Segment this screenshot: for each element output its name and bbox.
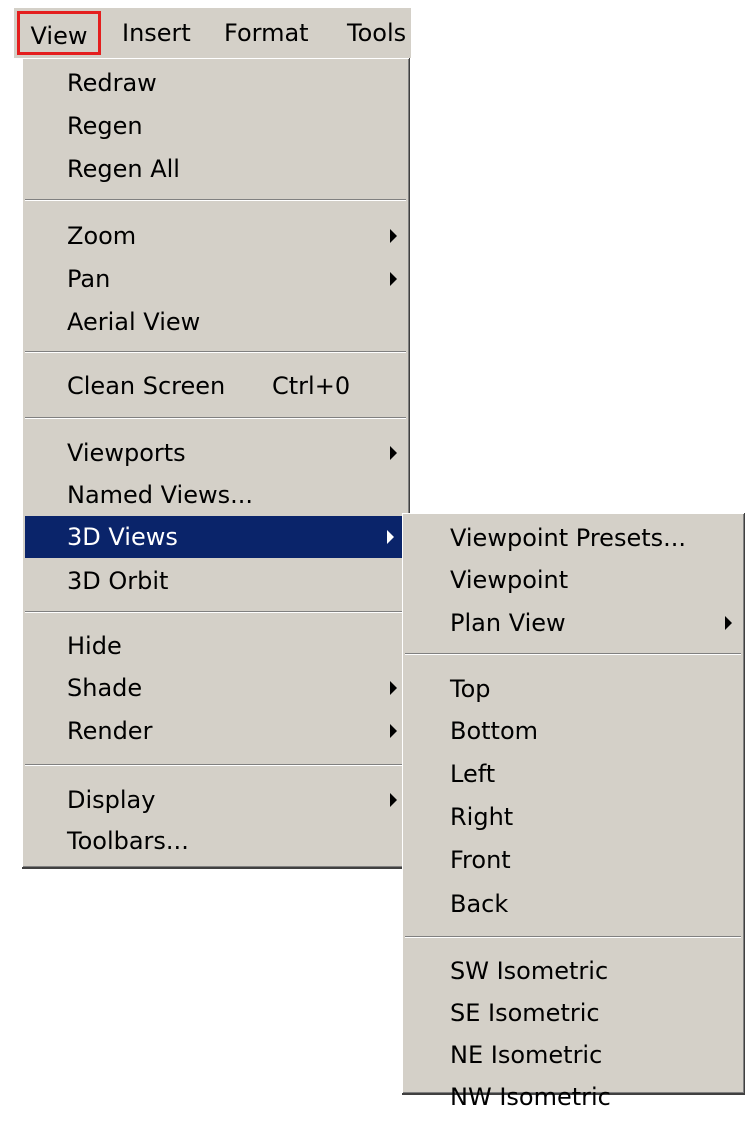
menu-separator [25, 611, 406, 613]
submenu-item-back[interactable]: Back [402, 883, 744, 925]
submenu-item-bottom[interactable]: Bottom [402, 710, 744, 752]
menu-item-label: Toolbars... [67, 827, 189, 855]
menu-view[interactable]: View [17, 11, 101, 55]
menu-bar: View Insert Format Tools [14, 8, 411, 58]
menu-item-label: Named Views... [67, 481, 254, 509]
menu-item-render[interactable]: Render [22, 710, 409, 752]
menu-item-label: Zoom [67, 222, 137, 250]
menu-separator [405, 653, 741, 655]
menu-item-label: Clean Screen [67, 372, 226, 400]
menu-item-label: Aerial View [67, 308, 201, 336]
menu-separator [25, 351, 406, 353]
submenu-item-front[interactable]: Front [402, 839, 744, 881]
menu-tools[interactable]: Tools [347, 8, 406, 58]
menu-item-label: Viewports [67, 439, 186, 467]
menu-item-label: Left [450, 760, 496, 788]
menu-item-label: Hide [67, 632, 122, 660]
menu-separator [405, 936, 741, 938]
menu-item-label: SW Isometric [450, 957, 609, 985]
menu-item-label: Viewpoint [450, 566, 569, 594]
menu-item-redraw[interactable]: Redraw [22, 62, 409, 104]
submenu-item-nw-isometric[interactable]: NW Isometric [402, 1076, 744, 1118]
chevron-right-icon [390, 724, 397, 738]
menu-separator [25, 417, 406, 419]
menu-item-hide[interactable]: Hide [22, 625, 409, 667]
submenu-item-left[interactable]: Left [402, 753, 744, 795]
menu-item-label: Shade [67, 674, 143, 702]
submenu-item-se-isometric[interactable]: SE Isometric [402, 992, 744, 1034]
submenu-item-viewpoint[interactable]: Viewpoint [402, 559, 744, 601]
submenu-item-top[interactable]: Top [402, 668, 744, 710]
menu-item-display[interactable]: Display [22, 779, 409, 821]
menu-item-label: Top [450, 675, 491, 703]
menu-item-pan[interactable]: Pan [22, 258, 409, 300]
submenu-item-sw-isometric[interactable]: SW Isometric [402, 950, 744, 992]
menu-item-label: NE Isometric [450, 1041, 603, 1069]
menu-item-label: Right [450, 803, 514, 831]
submenu-item-viewpoint-presets[interactable]: Viewpoint Presets... [402, 517, 744, 559]
menu-item-viewports[interactable]: Viewports [22, 432, 409, 474]
menu-item-label: Front [450, 846, 511, 874]
menu-item-aerial-view[interactable]: Aerial View [22, 301, 409, 343]
menu-item-label: Viewpoint Presets... [450, 524, 687, 552]
menu-item-3d-views[interactable]: 3D Views [25, 516, 406, 558]
menu-item-label: Bottom [450, 717, 539, 745]
chevron-right-icon [390, 229, 397, 243]
menu-item-shade[interactable]: Shade [22, 667, 409, 709]
submenu-item-ne-isometric[interactable]: NE Isometric [402, 1034, 744, 1076]
chevron-right-icon [387, 530, 394, 544]
view-menu-dropdown: Redraw Regen Regen All Zoom Pan Aerial V… [22, 58, 410, 869]
menu-item-label: SE Isometric [450, 999, 600, 1027]
menu-item-label: NW Isometric [450, 1083, 611, 1111]
menu-item-label: 3D Views [67, 523, 178, 551]
menu-format[interactable]: Format [224, 8, 309, 58]
chevron-right-icon [390, 793, 397, 807]
chevron-right-icon [390, 272, 397, 286]
menu-item-label: Redraw [67, 69, 157, 97]
menu-item-zoom[interactable]: Zoom [22, 215, 409, 257]
menu-item-label: Render [67, 717, 153, 745]
menu-item-shortcut: Ctrl+0 [272, 372, 351, 400]
menu-item-toolbars[interactable]: Toolbars... [22, 820, 409, 862]
menu-item-label: Display [67, 786, 156, 814]
submenu-item-right[interactable]: Right [402, 796, 744, 838]
menu-item-3d-orbit[interactable]: 3D Orbit [22, 560, 409, 602]
menu-insert[interactable]: Insert [122, 8, 191, 58]
menu-item-clean-screen[interactable]: Clean Screen Ctrl+0 [22, 365, 409, 407]
submenu-item-plan-view[interactable]: Plan View [402, 602, 744, 644]
menu-item-label: Pan [67, 265, 111, 293]
menu-separator [25, 764, 406, 766]
3d-views-submenu: Viewpoint Presets... Viewpoint Plan View… [402, 513, 745, 1111]
menu-item-label: Back [450, 890, 509, 918]
menu-item-label: 3D Orbit [67, 567, 169, 595]
menu-item-label: Regen All [67, 155, 180, 183]
menu-item-regen[interactable]: Regen [22, 105, 409, 147]
menu-item-label: Regen [67, 112, 143, 140]
chevron-right-icon [390, 681, 397, 695]
menu-item-regen-all[interactable]: Regen All [22, 148, 409, 190]
chevron-right-icon [390, 446, 397, 460]
menu-item-label: Plan View [450, 609, 566, 637]
chevron-right-icon [725, 616, 732, 630]
menu-item-named-views[interactable]: Named Views... [22, 474, 409, 516]
menu-separator [25, 199, 406, 201]
